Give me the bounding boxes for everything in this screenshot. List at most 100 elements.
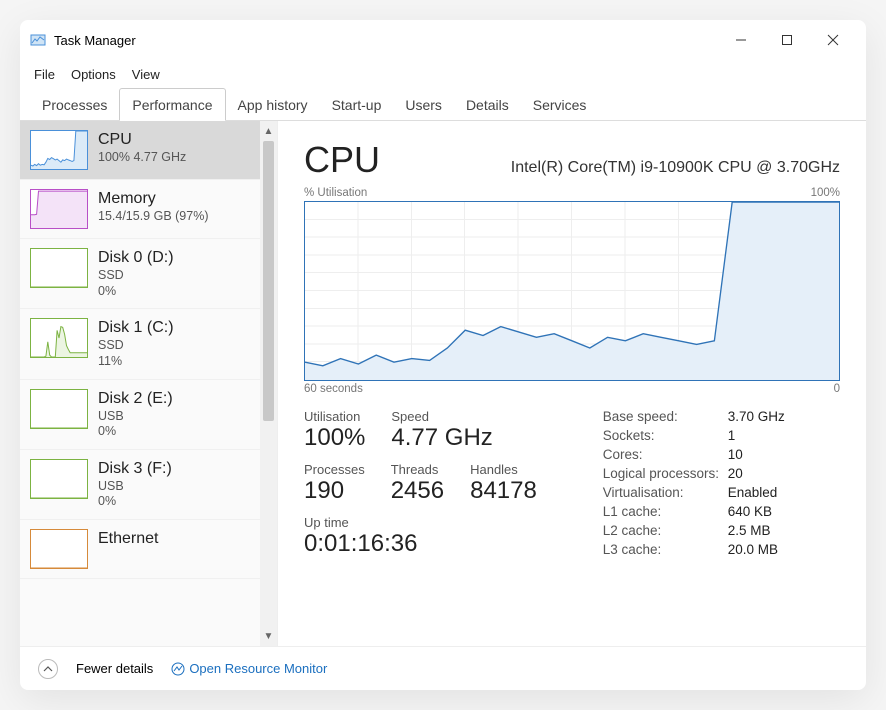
sidebar-container: CPU100% 4.77 GHz Memory15.4/15.9 GB (97%… [20,121,278,646]
chart-x-right: 0 [834,383,840,395]
chart-y-max: 100% [811,187,840,199]
maximize-button[interactable] [764,24,810,56]
sidebar-item-ethernet[interactable]: Ethernet [20,520,260,579]
stat-key: Base speed: [603,409,728,424]
scroll-up-icon[interactable]: ▲ [260,123,277,139]
stat-key: Logical processors: [603,466,728,481]
titlebar: Task Manager [20,20,866,60]
cpu-utilisation-chart [304,201,840,381]
stat-value: 10 [728,447,743,462]
stat-key: Sockets: [603,428,728,443]
stat-row-l2-cache: L2 cache:2.5 MB [603,523,840,538]
fewer-details-button[interactable]: Fewer details [76,661,153,676]
resource-monitor-icon [171,662,185,676]
sidebar-item-disk-3-f-[interactable]: Disk 3 (F:)USB0% [20,450,260,520]
cpu-model: Intel(R) Core(TM) i9-10900K CPU @ 3.70GH… [511,159,840,177]
speed-value: 4.77 GHz [391,424,492,452]
scroll-down-icon[interactable]: ▼ [260,628,277,644]
stat-value: 20 [728,466,743,481]
stat-key: L3 cache: [603,542,728,557]
tab-details[interactable]: Details [454,89,521,120]
stat-key: L2 cache: [603,523,728,538]
cpu-mini-chart [30,130,88,170]
sidebar-item-sub2: 11% [98,354,174,370]
stat-key: L1 cache: [603,504,728,519]
window-title: Task Manager [54,33,136,48]
stat-value: 640 KB [728,504,772,519]
stat-value: 1 [728,428,736,443]
disk-mini-chart [30,389,88,429]
sidebar-item-disk-0-d-[interactable]: Disk 0 (D:)SSD0% [20,239,260,309]
sidebar-item-title: Disk 2 (E:) [98,389,173,409]
threads-label: Threads [391,462,444,477]
chart-top-labels: % Utilisation 100% [304,187,840,199]
sidebar-item-title: CPU [98,130,186,150]
menubar: File Options View [20,60,866,88]
chart-y-label: % Utilisation [304,187,367,199]
stats-left: Utilisation 100% Speed 4.77 GHz Processe… [304,409,583,636]
chart-bottom-labels: 60 seconds 0 [304,383,840,395]
close-button[interactable] [810,24,856,56]
handles-value: 84178 [470,477,537,505]
handles-label: Handles [470,462,537,477]
sidebar-item-cpu[interactable]: CPU100% 4.77 GHz [20,121,260,180]
sidebar-item-title: Disk 3 (F:) [98,459,172,479]
sidebar-item-memory[interactable]: Memory15.4/15.9 GB (97%) [20,180,260,239]
stats: Utilisation 100% Speed 4.77 GHz Processe… [304,409,840,636]
sidebar-item-disk-1-c-[interactable]: Disk 1 (C:)SSD11% [20,309,260,379]
tab-start-up[interactable]: Start-up [320,89,394,120]
tab-users[interactable]: Users [393,89,454,120]
speed-label: Speed [391,409,492,424]
stat-row-l1-cache: L1 cache:640 KB [603,504,840,519]
sidebar-item-sub1: USB [98,479,172,495]
sidebar-item-sub2: 0% [98,424,173,440]
sidebar-item-sub1: SSD [98,338,174,354]
sidebar-item-title: Memory [98,189,208,209]
processes-label: Processes [304,462,365,477]
stat-value: 20.0 MB [728,542,778,557]
task-manager-icon [30,32,46,48]
footer: Fewer details Open Resource Monitor [20,646,866,690]
menu-file[interactable]: File [34,67,55,82]
content-body: CPU100% 4.77 GHz Memory15.4/15.9 GB (97%… [20,121,866,646]
stat-value: 2.5 MB [728,523,771,538]
uptime-value: 0:01:16:36 [304,530,417,558]
stat-row-cores: Cores:10 [603,447,840,462]
stat-row-sockets: Sockets:1 [603,428,840,443]
tab-performance[interactable]: Performance [119,88,225,121]
task-manager-window: Task Manager File Options View Processes… [20,20,866,690]
sidebar-item-sub1: USB [98,409,173,425]
uptime-label: Up time [304,515,417,530]
sidebar-item-title: Disk 1 (C:) [98,318,174,338]
menu-options[interactable]: Options [71,67,116,82]
tab-processes[interactable]: Processes [30,89,119,120]
threads-value: 2456 [391,477,444,505]
performance-sidebar: CPU100% 4.77 GHz Memory15.4/15.9 GB (97%… [20,121,260,646]
stat-row-l3-cache: L3 cache:20.0 MB [603,542,840,557]
stat-key: Cores: [603,447,728,462]
chart-x-left: 60 seconds [304,383,363,395]
sidebar-item-sub2: 0% [98,284,174,300]
chevron-up-icon[interactable] [38,659,58,679]
tab-app-history[interactable]: App history [226,89,320,120]
sidebar-item-sub1: 100% 4.77 GHz [98,150,186,166]
resource-monitor-link[interactable]: Open Resource Monitor [171,661,327,676]
eth-mini-chart [30,529,88,569]
stat-value: 3.70 GHz [728,409,785,424]
resource-monitor-label: Open Resource Monitor [189,661,327,676]
sidebar-scrollbar[interactable]: ▲ ▼ [260,121,277,646]
tabs: Processes Performance App history Start-… [20,88,866,121]
minimize-button[interactable] [718,24,764,56]
utilisation-value: 100% [304,424,365,452]
sidebar-item-title: Disk 0 (D:) [98,248,174,268]
main-header: CPU Intel(R) Core(TM) i9-10900K CPU @ 3.… [304,139,840,181]
scroll-thumb[interactable] [263,141,274,421]
utilisation-label: Utilisation [304,409,365,424]
tab-services[interactable]: Services [521,89,599,120]
menu-view[interactable]: View [132,67,160,82]
sidebar-item-disk-2-e-[interactable]: Disk 2 (E:)USB0% [20,380,260,450]
disk-mini-chart [30,318,88,358]
sidebar-item-sub1: 15.4/15.9 GB (97%) [98,209,208,225]
stat-row-logical-processors: Logical processors:20 [603,466,840,481]
disk-mini-chart [30,459,88,499]
